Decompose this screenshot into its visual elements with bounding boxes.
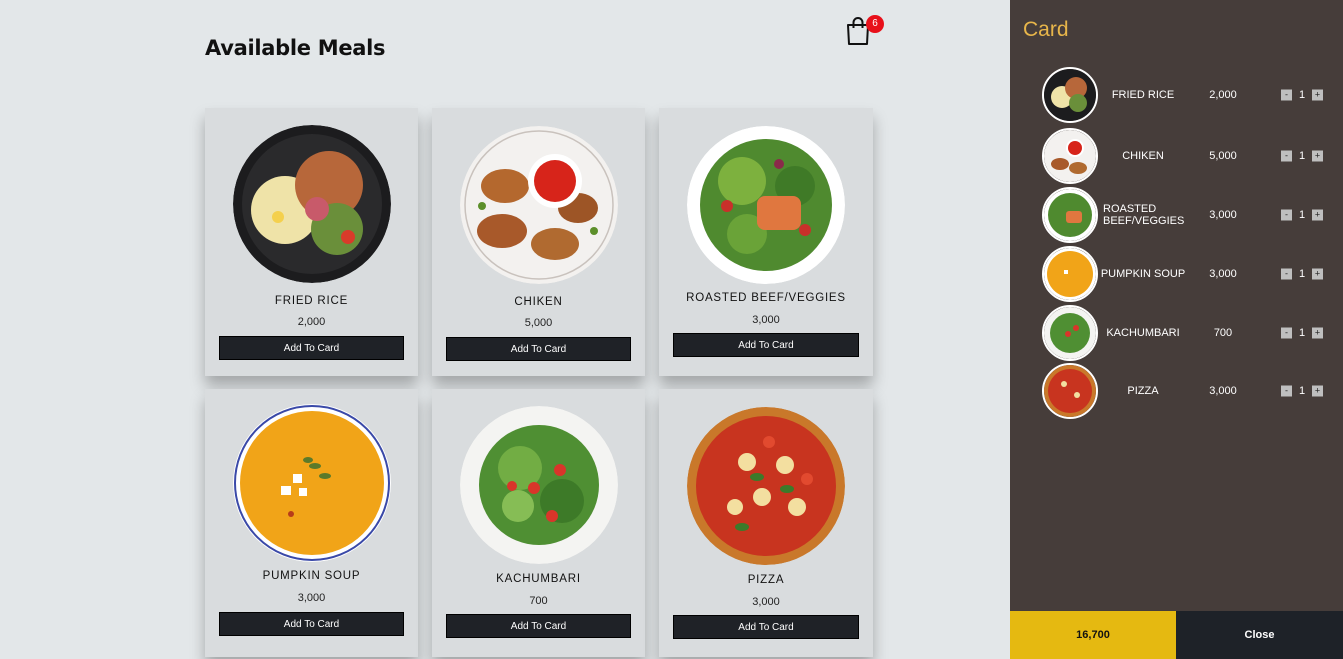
cart-item-name: PUMPKIN SOUP xyxy=(1100,268,1186,280)
pumpkin-soup-image xyxy=(232,404,391,562)
add-to-card-button[interactable]: Add To Card xyxy=(219,336,404,360)
cart-item-qty: 1 xyxy=(1298,327,1306,339)
meal-card-fried-rice: FRIED RICE 2,000 Add To Card xyxy=(205,108,418,376)
add-to-card-button[interactable]: Add To Card xyxy=(446,614,631,638)
cart-sidebar: Card FRIED RICE 2,000 - 1 + CHIKEN 5,000… xyxy=(1010,0,1343,659)
increase-button[interactable]: + xyxy=(1312,385,1323,397)
cart-item: ROASTED BEEF/VEGGIES 3,000 - 1 + xyxy=(1010,186,1343,244)
roasted-beef-veggies-thumbnail xyxy=(1042,187,1098,243)
roasted-beef-veggies-image xyxy=(687,126,845,284)
cart-item-price: 5,000 xyxy=(1209,150,1237,162)
increase-button[interactable]: + xyxy=(1312,150,1323,162)
cart-item-price: 2,000 xyxy=(1209,89,1237,101)
cart-total: 16,700 xyxy=(1010,611,1176,659)
add-to-card-button[interactable]: Add To Card xyxy=(446,337,631,361)
decrease-button[interactable]: - xyxy=(1281,150,1292,162)
cart-item-price: 3,000 xyxy=(1209,385,1237,397)
increase-button[interactable]: + xyxy=(1312,268,1323,280)
meal-name: FRIED RICE xyxy=(274,295,349,307)
meal-price: 3,000 xyxy=(297,592,326,604)
cart-item-qty: 1 xyxy=(1298,209,1306,221)
increase-button[interactable]: + xyxy=(1312,327,1323,339)
decrease-button[interactable]: - xyxy=(1281,89,1292,101)
meal-card-kachumbari: KACHUMBARI 700 Add To Card xyxy=(432,389,645,657)
meal-name: PIZZA xyxy=(747,574,785,586)
add-to-card-button[interactable]: Add To Card xyxy=(673,615,859,639)
kachumbari-image xyxy=(459,406,618,564)
kachumbari-thumbnail xyxy=(1042,305,1098,361)
cart-title: Card xyxy=(1023,18,1069,41)
cart-item-price: 700 xyxy=(1213,327,1233,339)
meal-price: 700 xyxy=(529,595,548,607)
meal-name: PUMPKIN SOUP xyxy=(262,570,361,582)
decrease-button[interactable]: - xyxy=(1281,209,1292,221)
pizza-thumbnail xyxy=(1042,363,1098,419)
meal-price: 3,000 xyxy=(752,314,780,326)
cart-item: PUMPKIN SOUP 3,000 - 1 + xyxy=(1010,245,1343,303)
cart-item-qty: 1 xyxy=(1298,268,1306,280)
meals-grid: FRIED RICE 2,000 Add To Card CHIKEN 5,00… xyxy=(205,108,873,657)
fried-rice-image xyxy=(232,125,391,283)
cart-count-badge: 6 xyxy=(866,15,884,33)
pizza-image xyxy=(687,407,845,565)
meal-price: 3,000 xyxy=(752,596,780,608)
meal-name: KACHUMBARI xyxy=(496,573,581,585)
cart-item-price: 3,000 xyxy=(1209,209,1237,221)
cart-item-price: 3,000 xyxy=(1209,268,1237,280)
decrease-button[interactable]: - xyxy=(1281,327,1292,339)
cart-item-qty: 1 xyxy=(1298,89,1306,101)
cart-item: PIZZA 3,000 - 1 + xyxy=(1010,362,1343,420)
decrease-button[interactable]: - xyxy=(1281,385,1292,397)
add-to-card-button[interactable]: Add To Card xyxy=(673,333,859,357)
cart-item-qty: 1 xyxy=(1298,150,1306,162)
meal-price: 2,000 xyxy=(297,316,326,328)
cart-item: CHIKEN 5,000 - 1 + xyxy=(1010,127,1343,185)
cart-item-name: FRIED RICE xyxy=(1111,89,1175,101)
cart-item-name: CHIKEN xyxy=(1122,150,1164,162)
fried-rice-thumbnail xyxy=(1042,67,1098,123)
meal-name: ROASTED BEEF/VEGGIES xyxy=(686,292,846,304)
cart-item-qty: 1 xyxy=(1298,385,1306,397)
cart-item: FRIED RICE 2,000 - 1 + xyxy=(1010,66,1343,124)
cart-item-name: KACHUMBARI xyxy=(1106,327,1180,339)
add-to-card-button[interactable]: Add To Card xyxy=(219,612,404,636)
meals-area: Available Meals 6 FRIED RICE 2,000 Add T… xyxy=(0,0,1010,659)
increase-button[interactable]: + xyxy=(1312,89,1323,101)
meal-price: 5,000 xyxy=(524,317,553,329)
chiken-thumbnail xyxy=(1042,128,1098,184)
chiken-image xyxy=(459,126,618,284)
meal-card-roasted-beef-veggies: ROASTED BEEF/VEGGIES 3,000 Add To Card xyxy=(659,108,873,376)
meal-card-pizza: PIZZA 3,000 Add To Card xyxy=(659,389,873,657)
pumpkin-soup-thumbnail xyxy=(1042,246,1098,302)
page-title: Available Meals xyxy=(205,36,386,60)
increase-button[interactable]: + xyxy=(1312,209,1323,221)
meal-card-pumpkin-soup: PUMPKIN SOUP 3,000 Add To Card xyxy=(205,389,418,657)
decrease-button[interactable]: - xyxy=(1281,268,1292,280)
close-button[interactable]: Close xyxy=(1176,611,1343,659)
cart-item-name: ROASTED BEEF/VEGGIES xyxy=(1103,203,1185,227)
cart-item-name: PIZZA xyxy=(1127,385,1159,397)
cart-item: KACHUMBARI 700 - 1 + xyxy=(1010,304,1343,362)
meal-card-chiken: CHIKEN 5,000 Add To Card xyxy=(432,108,645,376)
meal-name: CHIKEN xyxy=(514,296,563,308)
